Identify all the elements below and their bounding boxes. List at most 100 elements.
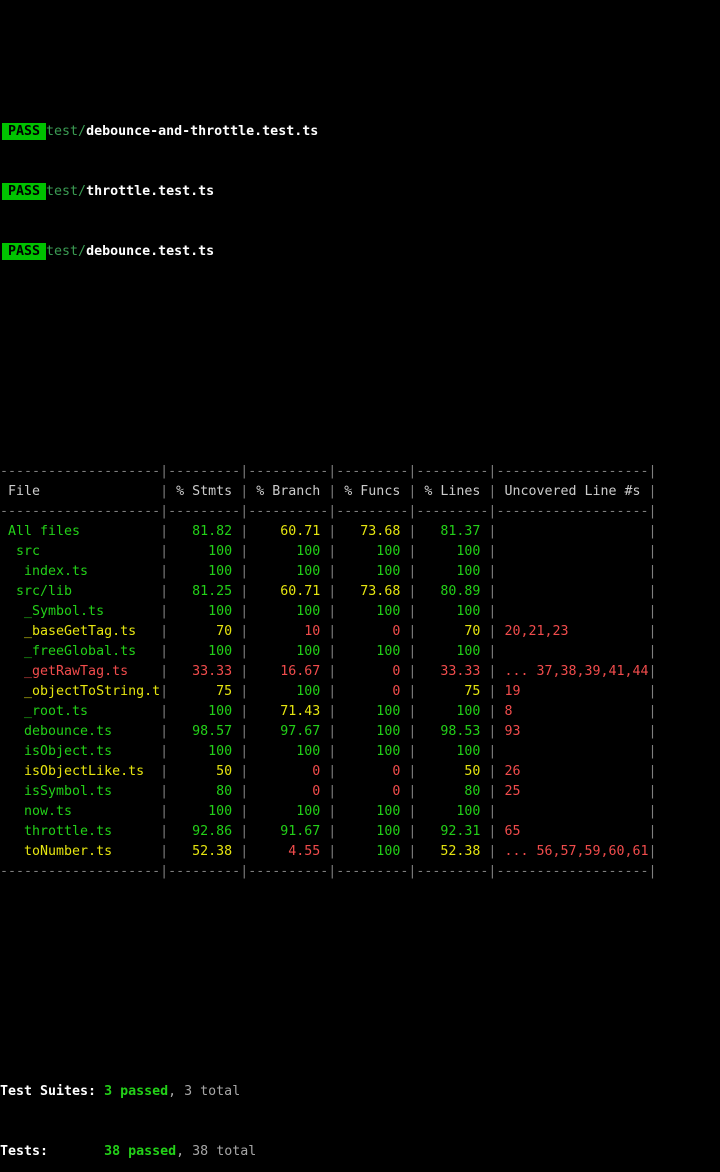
separator-segment: -------------------- bbox=[0, 864, 161, 879]
column-divider: | bbox=[408, 664, 417, 679]
suite-path-prefix: test/ bbox=[46, 244, 87, 259]
pass-badge: PASS bbox=[2, 183, 47, 200]
table-row: _Symbol.ts | 100 | 100 | 100 | 100 | | bbox=[0, 602, 720, 622]
table-header-row: File | % Stmts | % Branch | % Funcs | % … bbox=[0, 482, 720, 502]
separator-segment: ---------- bbox=[248, 464, 329, 479]
column-divider: | bbox=[328, 804, 337, 819]
cell-funcs: 100 bbox=[336, 844, 409, 859]
cell-lines: 80 bbox=[416, 784, 489, 799]
column-divider: | bbox=[328, 844, 337, 859]
column-divider: | bbox=[488, 704, 497, 719]
suite-file-name: debounce.test.ts bbox=[86, 244, 215, 259]
cell-lines: 92.31 bbox=[416, 824, 489, 839]
cell-file-name: _baseGetTag.ts bbox=[0, 624, 161, 639]
cell-stmts: 33.33 bbox=[168, 664, 241, 679]
cell-uncovered-lines bbox=[496, 604, 648, 619]
terminal-output: PASS test/debounce-and-throttle.test.ts P… bbox=[0, 0, 720, 1172]
separator-segment: ------------------- bbox=[496, 464, 649, 479]
cell-stmts: 100 bbox=[168, 604, 241, 619]
cell-stmts: 98.57 bbox=[168, 724, 241, 739]
separator-segment: -------------------- bbox=[0, 464, 161, 479]
column-divider: | bbox=[488, 624, 497, 639]
column-divider: | bbox=[328, 624, 337, 639]
column-divider: | bbox=[328, 644, 337, 659]
cell-file-name: _Symbol.ts bbox=[0, 604, 161, 619]
separator-segment: ------------------- bbox=[496, 864, 649, 879]
column-divider: | bbox=[240, 784, 249, 799]
column-divider: | bbox=[328, 764, 337, 779]
table-row: throttle.ts | 92.86 | 91.67 | 100 | 92.3… bbox=[0, 822, 720, 842]
cell-branch: 100 bbox=[248, 604, 329, 619]
column-divider: | bbox=[648, 824, 657, 839]
cell-uncovered-lines: 8 bbox=[496, 704, 649, 719]
column-divider: | bbox=[240, 584, 249, 599]
cell-file-name: toNumber.ts bbox=[0, 844, 161, 859]
separator-segment: ---------- bbox=[248, 864, 329, 879]
column-divider: | bbox=[328, 604, 337, 619]
cell-stmts: 100 bbox=[168, 704, 241, 719]
summary-passed: 3 passed bbox=[104, 1084, 169, 1099]
separator-segment: --------- bbox=[416, 864, 489, 879]
cell-stmts: 75 bbox=[168, 684, 241, 699]
cell-funcs: 100 bbox=[336, 804, 409, 819]
separator-segment: --------- bbox=[416, 504, 489, 519]
column-divider: | bbox=[648, 604, 657, 619]
column-header-file: File bbox=[0, 484, 161, 499]
column-divider: | bbox=[160, 504, 169, 519]
suite-path-prefix: test/ bbox=[46, 124, 87, 139]
column-divider: | bbox=[240, 464, 249, 479]
column-divider: | bbox=[648, 624, 657, 639]
column-divider: | bbox=[648, 584, 657, 599]
cell-file-name: _freeGlobal.ts bbox=[0, 644, 161, 659]
cell-branch: 71.43 bbox=[248, 704, 329, 719]
cell-uncovered-lines bbox=[496, 644, 648, 659]
column-divider: | bbox=[408, 724, 417, 739]
cell-funcs: 0 bbox=[336, 624, 409, 639]
column-divider: | bbox=[240, 864, 249, 879]
column-divider: | bbox=[408, 764, 417, 779]
cell-uncovered-lines: ... 56,57,59,60,61 bbox=[496, 844, 649, 859]
table-row: debounce.ts | 98.57 | 97.67 | 100 | 98.5… bbox=[0, 722, 720, 742]
column-divider: | bbox=[160, 764, 169, 779]
column-divider: | bbox=[160, 784, 169, 799]
column-divider: | bbox=[328, 584, 337, 599]
column-divider: | bbox=[648, 544, 657, 559]
cell-lines: 100 bbox=[416, 644, 489, 659]
column-divider: | bbox=[488, 844, 497, 859]
cell-branch: 100 bbox=[248, 684, 329, 699]
column-divider: | bbox=[408, 704, 417, 719]
cell-branch: 100 bbox=[248, 544, 329, 559]
table-row: _baseGetTag.ts | 70 | 10 | 0 | 70 | 20,2… bbox=[0, 622, 720, 642]
separator-segment: --------- bbox=[168, 864, 241, 879]
cell-file-name: debounce.ts bbox=[0, 724, 161, 739]
column-divider: | bbox=[240, 604, 249, 619]
pass-badge: PASS bbox=[2, 123, 47, 140]
cell-funcs: 100 bbox=[336, 564, 409, 579]
column-divider: | bbox=[240, 544, 249, 559]
separator-segment: --------- bbox=[336, 864, 409, 879]
cell-file-name: index.ts bbox=[0, 564, 161, 579]
column-divider: | bbox=[240, 564, 249, 579]
cell-funcs: 0 bbox=[336, 664, 409, 679]
summary-gap bbox=[96, 1084, 104, 1099]
column-header-uncovered: Uncovered Line #s bbox=[496, 484, 649, 499]
column-divider: | bbox=[648, 524, 657, 539]
summary-total: 3 total bbox=[184, 1084, 241, 1099]
suite-path-prefix: test/ bbox=[46, 184, 87, 199]
cell-file-name: _getRawTag.ts bbox=[0, 664, 161, 679]
column-divider: | bbox=[160, 744, 169, 759]
cell-lines: 100 bbox=[416, 744, 489, 759]
summary-test-suites: Test Suites: 3 passed, 3 total bbox=[0, 1082, 720, 1102]
cell-stmts: 100 bbox=[168, 564, 241, 579]
column-divider: | bbox=[328, 724, 337, 739]
column-divider: | bbox=[160, 564, 169, 579]
cell-uncovered-lines bbox=[496, 544, 648, 559]
column-divider: | bbox=[648, 784, 657, 799]
column-divider: | bbox=[488, 764, 497, 779]
cell-funcs: 0 bbox=[336, 764, 409, 779]
column-header-funcs: % Funcs bbox=[336, 484, 409, 499]
cell-branch: 100 bbox=[248, 564, 329, 579]
cell-stmts: 80 bbox=[168, 784, 241, 799]
cell-lines: 81.37 bbox=[416, 524, 489, 539]
cell-stmts: 100 bbox=[168, 544, 241, 559]
